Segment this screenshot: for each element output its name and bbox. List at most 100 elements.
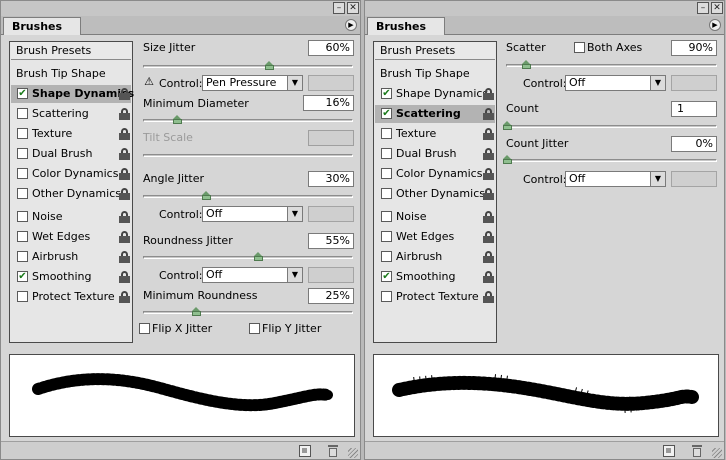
lock-icon[interactable] [119, 108, 130, 120]
list-item-other-dynamics[interactable]: Other Dynamics [375, 185, 495, 203]
list-item-smoothing[interactable]: ✔ Smoothing [375, 268, 495, 286]
close-icon[interactable]: ✕ [347, 2, 359, 14]
tab-brushes[interactable]: Brushes [367, 17, 446, 35]
list-item-noise[interactable]: Noise [375, 208, 495, 226]
checkbox[interactable] [17, 188, 28, 199]
slider-thumb[interactable] [173, 115, 183, 124]
checkbox[interactable] [17, 148, 28, 159]
slider-thumb[interactable] [521, 60, 531, 69]
count-input[interactable]: 1 [671, 101, 717, 117]
lock-icon[interactable] [483, 291, 494, 303]
lock-icon[interactable] [483, 231, 494, 243]
checkbox[interactable]: ✔ [17, 88, 28, 99]
slider-thumb[interactable] [254, 252, 264, 261]
lock-icon[interactable] [119, 168, 130, 180]
trash-icon[interactable] [327, 445, 339, 457]
checkbox[interactable] [17, 168, 28, 179]
checkbox[interactable]: ✔ [381, 88, 392, 99]
count-slider[interactable] [503, 121, 717, 130]
lock-icon[interactable] [483, 251, 494, 263]
list-item-shape-dynamics[interactable]: ✔ Shape Dynamics [11, 85, 134, 103]
roundness-jitter-input[interactable]: 55% [308, 233, 354, 249]
checkbox[interactable] [381, 251, 392, 262]
list-item-scattering[interactable]: Scattering [11, 105, 131, 123]
slider-thumb[interactable] [192, 307, 201, 316]
checkbox[interactable]: ✔ [381, 271, 392, 282]
checkbox[interactable]: ✔ [381, 108, 392, 119]
list-item-shape-dynamics[interactable]: ✔ Shape Dynamics [375, 85, 495, 103]
lock-icon[interactable] [119, 188, 130, 200]
min-roundness-input[interactable]: 25% [308, 288, 354, 304]
list-item-other-dynamics[interactable]: Other Dynamics [11, 185, 131, 203]
scatter-slider[interactable] [506, 60, 717, 69]
lock-icon[interactable] [119, 251, 130, 263]
checkbox[interactable]: ✔ [17, 271, 28, 282]
resize-grip[interactable] [348, 448, 358, 458]
size-jitter-input[interactable]: 60% [308, 40, 354, 56]
both-axes-checkbox[interactable] [574, 42, 585, 53]
list-item-dual-brush[interactable]: Dual Brush [375, 145, 495, 163]
slider-thumb[interactable] [202, 191, 212, 200]
list-item-texture[interactable]: Texture [11, 125, 131, 143]
list-item-brush-presets[interactable]: Brush Presets [375, 42, 495, 60]
lock-icon[interactable] [483, 211, 494, 223]
checkbox[interactable] [381, 188, 392, 199]
list-item-smoothing[interactable]: ✔ Smoothing [11, 268, 131, 286]
lock-icon[interactable] [483, 188, 494, 200]
list-item-brush-presets[interactable]: Brush Presets [11, 42, 131, 60]
trash-icon[interactable] [691, 445, 703, 457]
list-item-brush-tip-shape[interactable]: Brush Tip Shape [375, 65, 495, 83]
minimize-icon[interactable]: – [333, 2, 345, 14]
checkbox[interactable] [17, 211, 28, 222]
panel-menu-icon[interactable]: ▶ [345, 19, 357, 31]
lock-icon[interactable] [483, 108, 494, 120]
checkbox[interactable] [381, 168, 392, 179]
checkbox[interactable] [17, 128, 28, 139]
lock-icon[interactable] [119, 128, 130, 140]
lock-icon[interactable] [119, 148, 130, 160]
lock-icon[interactable] [119, 211, 130, 223]
count-jitter-slider[interactable] [503, 155, 717, 164]
checkbox[interactable] [17, 251, 28, 262]
roundness-jitter-slider[interactable] [143, 252, 353, 261]
size-jitter-slider[interactable] [143, 61, 353, 70]
slider-thumb[interactable] [264, 61, 274, 70]
lock-icon[interactable] [483, 128, 494, 140]
checkbox[interactable] [381, 211, 392, 222]
checkbox[interactable] [17, 291, 28, 302]
lock-icon[interactable] [119, 231, 130, 243]
close-icon[interactable]: ✕ [711, 2, 723, 14]
list-item-noise[interactable]: Noise [11, 208, 131, 226]
lock-icon[interactable] [483, 88, 494, 100]
new-preset-icon[interactable] [299, 445, 311, 457]
roundness-control-select[interactable]: Off ▼ [202, 267, 303, 283]
lock-icon[interactable] [483, 271, 494, 283]
panel-menu-icon[interactable]: ▶ [709, 19, 721, 31]
checkbox[interactable] [381, 291, 392, 302]
list-item-protect-texture[interactable]: Protect Texture [375, 288, 495, 306]
list-item-brush-tip-shape[interactable]: Brush Tip Shape [11, 65, 131, 83]
list-item-airbrush[interactable]: Airbrush [375, 248, 495, 266]
tab-brushes[interactable]: Brushes [3, 17, 82, 35]
lock-icon[interactable] [483, 148, 494, 160]
angle-jitter-slider[interactable] [143, 191, 353, 200]
count-control-select[interactable]: Off ▼ [565, 171, 666, 187]
slider-thumb[interactable] [503, 155, 512, 164]
lock-icon[interactable] [119, 291, 130, 303]
list-item-wet-edges[interactable]: Wet Edges [375, 228, 495, 246]
min-roundness-slider[interactable] [143, 307, 353, 316]
list-item-protect-texture[interactable]: Protect Texture [11, 288, 131, 306]
list-item-dual-brush[interactable]: Dual Brush [11, 145, 131, 163]
list-item-airbrush[interactable]: Airbrush [11, 248, 131, 266]
angle-control-select[interactable]: Off ▼ [202, 206, 303, 222]
resize-grip[interactable] [712, 448, 722, 458]
slider-thumb[interactable] [503, 121, 512, 130]
min-diameter-input[interactable]: 16% [303, 95, 354, 111]
angle-jitter-input[interactable]: 30% [308, 171, 354, 187]
scatter-control-select[interactable]: Off ▼ [565, 75, 666, 91]
new-preset-icon[interactable] [663, 445, 675, 457]
list-item-texture[interactable]: Texture [375, 125, 495, 143]
min-diameter-slider[interactable] [143, 115, 353, 124]
flip-y-checkbox[interactable] [249, 323, 260, 334]
list-item-color-dynamics[interactable]: Color Dynamics [11, 165, 131, 183]
